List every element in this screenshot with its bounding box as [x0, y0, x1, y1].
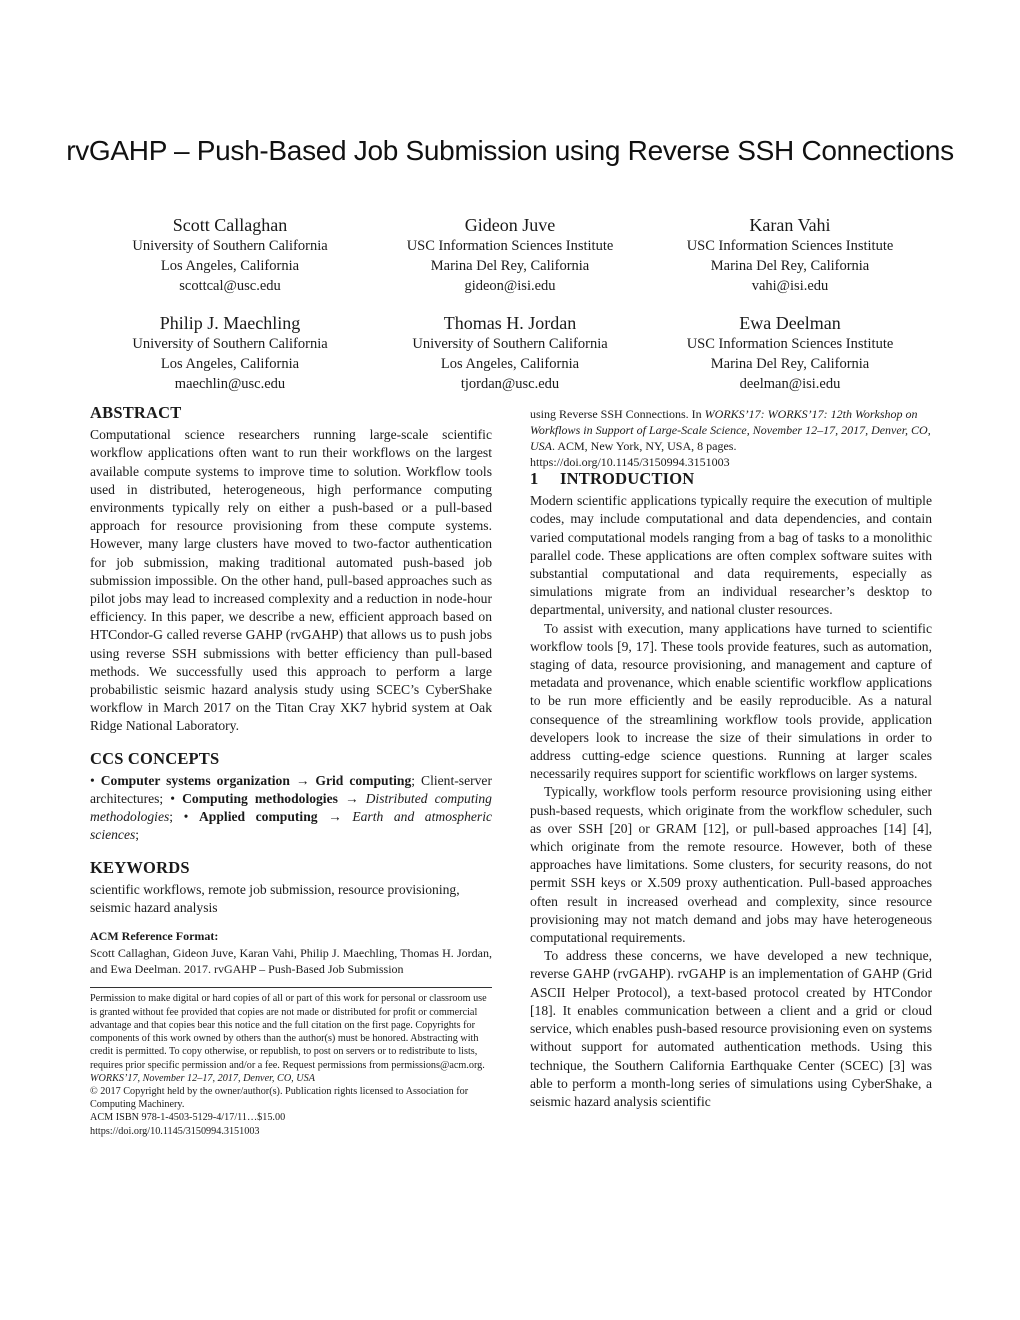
right-column: using Reverse SSH Connections. In WORKS’…	[530, 406, 932, 1111]
author-name: Gideon Juve	[464, 215, 556, 235]
author-location: Los Angeles, California	[160, 258, 300, 274]
author-email: maechlin@usc.edu	[174, 376, 286, 392]
author-block-row-1: Scott Callaghan University of Southern C…	[90, 214, 930, 296]
ccs-category: Computing methodologies	[182, 791, 338, 807]
author-card: Philip J. Maechling University of Southe…	[90, 312, 370, 394]
ccs-heading: CCS CONCEPTS	[90, 748, 220, 768]
author-affiliation: University of Southern California	[132, 238, 328, 254]
author-email: deelman@isi.edu	[739, 376, 841, 392]
ref-text: using Reverse SSH Connections. In	[530, 407, 705, 421]
intro-paragraph: To assist with execution, many applicati…	[530, 620, 932, 782]
arrow-icon: →	[344, 791, 359, 807]
author-card: Gideon Juve USC Information Sciences Ins…	[370, 214, 650, 296]
acm-reference-label: ACM Reference Format:	[90, 929, 219, 944]
author-card: Scott Callaghan University of Southern C…	[90, 214, 370, 296]
author-affiliation: University of Southern California	[132, 336, 328, 352]
author-email: scottcal@usc.edu	[179, 278, 281, 294]
author-name: Ewa Deelman	[739, 313, 841, 333]
author-affiliation: USC Information Sciences Institute	[686, 336, 894, 352]
intro-paragraph: Modern scientific applications typically…	[530, 493, 932, 618]
author-card: Thomas H. Jordan University of Southern …	[370, 312, 650, 394]
section-number: 1	[530, 469, 539, 488]
ccs-category: Applied computing	[198, 809, 318, 825]
keywords-heading: KEYWORDS	[90, 857, 190, 877]
isbn-line: ACM ISBN 978-1-4503-5129-4/17/11…$15.00	[90, 1112, 286, 1124]
venue-text: WORKS’17, November 12–17, 2017, Denver, …	[90, 1072, 315, 1084]
author-email: gideon@isi.edu	[464, 278, 556, 294]
author-affiliation: USC Information Sciences Institute	[406, 238, 614, 254]
acm-reference-text: Scott Callaghan, Gideon Juve, Karan Vahi…	[90, 946, 492, 977]
section-title: INTRODUCTION	[560, 469, 695, 488]
abstract-heading: ABSTRACT	[90, 403, 182, 422]
author-location: Los Angeles, California	[160, 356, 300, 372]
author-card: Ewa Deelman USC Information Sciences Ins…	[650, 312, 930, 394]
author-block-row-2: Philip J. Maechling University of Southe…	[90, 312, 930, 394]
author-email: vahi@isi.edu	[751, 278, 829, 294]
author-name: Scott Callaghan	[172, 215, 288, 235]
author-location: Los Angeles, California	[440, 356, 580, 372]
author-location: Marina Del Rey, California	[430, 258, 590, 274]
footnote-divider	[90, 987, 492, 989]
author-location: Marina Del Rey, California	[710, 356, 870, 372]
left-column: ABSTRACT Computational science researche…	[90, 403, 492, 1138]
ccs-text: ;	[135, 827, 140, 843]
bullet: •	[90, 772, 95, 788]
arrow-icon: →	[295, 772, 310, 788]
paper-title: rvGAHP – Push-Based Job Submission using…	[66, 135, 954, 166]
author-email: tjordan@usc.edu	[460, 376, 560, 392]
ref-text-end: . ACM, New York, NY, USA, 8 pages. https…	[530, 439, 737, 469]
intro-paragraph: To address these concerns, we have devel…	[530, 948, 932, 1109]
ccs-concepts: • Computer systems organization → Grid c…	[90, 772, 492, 845]
author-affiliation: University of Southern California	[412, 336, 608, 352]
bullet: •	[170, 791, 176, 807]
keywords-text: scientific workflows, remote job submiss…	[90, 881, 460, 916]
author-affiliation: USC Information Sciences Institute	[686, 238, 894, 254]
intro-paragraph: Typically, workflow tools perform resour…	[530, 784, 932, 946]
author-name: Karan Vahi	[749, 215, 831, 235]
copyright-line: © 2017 Copyright held by the owner/autho…	[90, 1085, 469, 1111]
author-name: Philip J. Maechling	[159, 313, 301, 333]
ccs-text: ;	[169, 809, 184, 825]
ccs-category: Computer systems organization	[100, 772, 290, 788]
author-location: Marina Del Rey, California	[710, 258, 870, 274]
bullet: •	[183, 809, 189, 825]
author-card: Karan Vahi USC Information Sciences Inst…	[650, 214, 930, 296]
introduction-heading: 1 INTRODUCTION	[530, 469, 932, 488]
venue-line: WORKS’17, November 12–17, 2017, Denver, …	[90, 1072, 492, 1085]
abstract-text: Computational science researchers runnin…	[90, 427, 492, 734]
arrow-icon: →	[328, 809, 342, 825]
permission-notice: Permission to make digital or hard copie…	[90, 993, 487, 1071]
doi-link[interactable]: https://doi.org/10.1145/3150994.3151003	[90, 1125, 492, 1138]
author-name: Thomas H. Jordan	[443, 313, 577, 333]
ccs-target: Grid computing	[315, 772, 412, 788]
acm-reference-continued: using Reverse SSH Connections. In WORKS’…	[530, 406, 932, 470]
